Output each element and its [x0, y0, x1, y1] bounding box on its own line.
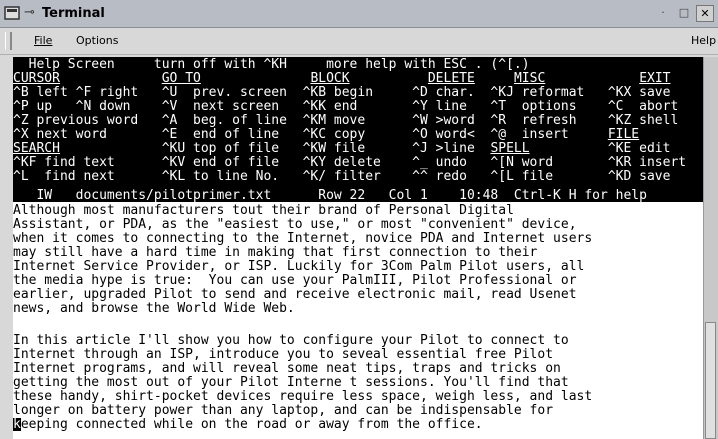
- document-line: Internet Service Provider, or ISP. Lucki…: [13, 259, 585, 274]
- menu-help[interactable]: Help: [691, 34, 716, 47]
- title-bar: ⊸ Terminal · □ ✕: [0, 0, 718, 28]
- document-line: Assistant, or PDA, as the "easiest to us…: [13, 217, 577, 232]
- window-title: Terminal: [42, 6, 105, 21]
- document-line: earlier, upgraded Pilot to send and rece…: [13, 287, 577, 302]
- menu-file[interactable]: File: [34, 34, 52, 47]
- document-line: longer on battery power than any laptop,…: [13, 403, 554, 418]
- help-header: Help Screen turn off with ^KH more help …: [13, 57, 530, 72]
- document-line: Although most manufacturers tout their b…: [13, 203, 514, 218]
- maximize-icon[interactable]: □: [675, 5, 693, 22]
- document-line: news, and browse the World Wide Web.: [13, 301, 295, 316]
- help-row: ^L find next ^KL to line No. ^K/ filter …: [13, 169, 671, 184]
- document-line: these handy, shirt-pocket devices requir…: [13, 389, 593, 404]
- document-line: In this article I'll show you how to con…: [13, 333, 569, 348]
- help-row: CURSOR GO TO BLOCK DELETE MISC EXIT: [13, 71, 671, 86]
- help-row: ^Z previous word ^A beg. of line ^KM mov…: [13, 113, 679, 128]
- help-screen: Help Screen turn off with ^KH more help …: [13, 57, 703, 202]
- text-cursor: k: [13, 417, 21, 432]
- window-controls: · □ ✕: [654, 5, 714, 23]
- document-line: Internet programs, and will reveal some …: [13, 361, 561, 376]
- terminal-area[interactable]: Help Screen turn off with ^KH more help …: [13, 57, 703, 439]
- close-icon[interactable]: ✕: [696, 5, 714, 22]
- status-bar: IW documents/pilotprimer.txt Row 22 Col …: [13, 188, 703, 202]
- document-line: Internet through an ISP, introduce you t…: [13, 347, 554, 362]
- window-menu-icon[interactable]: [4, 5, 20, 21]
- help-row: ^KF find text ^KV end of file ^KY delete…: [13, 155, 687, 170]
- document-line: when it comes to connecting to the Inter…: [13, 231, 593, 246]
- document-line-last: keeping connected while on the road or a…: [13, 418, 483, 431]
- status-line: IW documents/pilotprimer.txt Row 22 Col …: [13, 188, 647, 203]
- menubar-grip-line: [11, 32, 12, 50]
- menu-bar: File Options Help: [0, 28, 718, 55]
- document-line: the media hype is true: You can use your…: [13, 273, 577, 288]
- menu-options[interactable]: Options: [76, 34, 118, 47]
- help-row: ^B left ^F right ^U prev. screen ^KB beg…: [13, 85, 671, 100]
- document-line: may still have a hard time in making tha…: [13, 245, 538, 260]
- help-row: ^P up ^N down ^V next screen ^KK end ^Y …: [13, 99, 679, 114]
- vertical-scrollbar[interactable]: [703, 57, 718, 439]
- help-row: SEARCH ^KU top of file ^KW file ^J >line…: [13, 141, 671, 156]
- scrollbar-thumb[interactable]: [705, 322, 716, 439]
- minimize-icon[interactable]: ·: [654, 5, 672, 22]
- left-gutter: [0, 57, 13, 439]
- help-row: ^X next word ^E end of line ^KC copy ^O …: [13, 127, 640, 142]
- document-line: getting the most out of your Pilot Inter…: [13, 375, 569, 390]
- pin-icon[interactable]: ⊸: [24, 5, 35, 20]
- document-line-text: eeping connected while on the road or aw…: [20, 417, 483, 432]
